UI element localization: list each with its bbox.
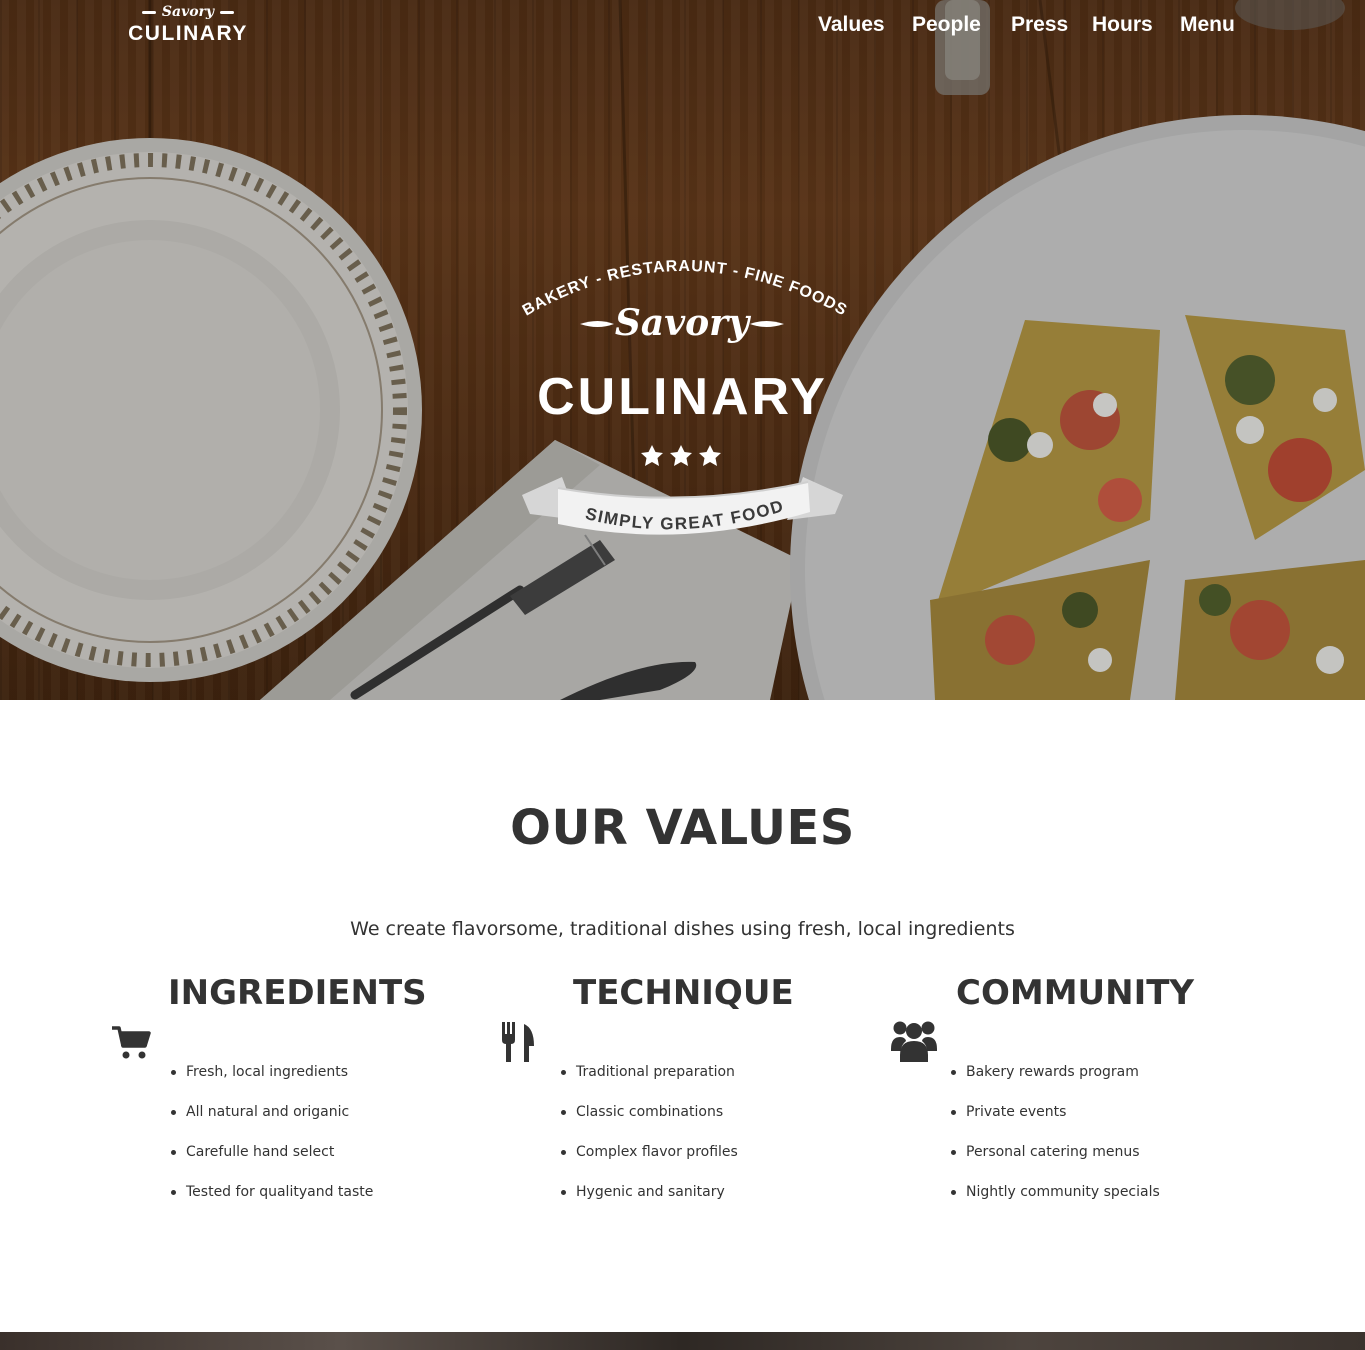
list-item: Personal catering menus	[950, 1140, 1160, 1180]
values-title: OUR VALUES	[510, 800, 855, 856]
value-list-technique: Traditional preparation Classic combinat…	[560, 1060, 738, 1220]
list-item: All natural and origanic	[170, 1100, 373, 1140]
main-nav: Values People Press Hours Menu	[0, 11, 1365, 41]
value-heading-ingredients: INGREDIENTS	[168, 973, 427, 1013]
next-section-image-strip	[0, 1332, 1365, 1350]
list-item: Private events	[950, 1100, 1160, 1140]
hero-section: Savory CULINARY Values People Press Hour…	[0, 0, 1365, 700]
nav-link-values[interactable]: Values	[818, 11, 885, 39]
star-icon	[641, 445, 663, 466]
list-item: Classic combinations	[560, 1100, 738, 1140]
list-item: Bakery rewards program	[950, 1060, 1160, 1100]
nav-link-press[interactable]: Press	[1011, 11, 1068, 39]
nav-link-menu[interactable]: Menu	[1180, 11, 1235, 39]
list-item: Fresh, local ingredients	[170, 1060, 373, 1100]
hero-dash-right	[750, 321, 784, 327]
fork-knife-icon	[502, 1022, 534, 1062]
list-item: Carefulle hand select	[170, 1140, 373, 1180]
nav-link-people[interactable]: People	[912, 11, 981, 39]
value-list-community: Bakery rewards program Private events Pe…	[950, 1060, 1160, 1220]
list-item: Nightly community specials	[950, 1180, 1160, 1220]
star-icon	[670, 445, 692, 466]
star-icon	[699, 445, 721, 466]
cart-icon	[112, 1026, 151, 1059]
users-icon	[891, 1021, 937, 1062]
value-heading-technique: TECHNIQUE	[573, 973, 794, 1013]
hero-title: CULINARY	[537, 368, 828, 426]
list-item: Tested for qualityand taste	[170, 1180, 373, 1220]
list-item: Complex flavor profiles	[560, 1140, 738, 1180]
value-list-ingredients: Fresh, local ingredients All natural and…	[170, 1060, 373, 1220]
values-subtitle: We create flavorsome, traditional dishes…	[350, 918, 1015, 940]
list-item: Traditional preparation	[560, 1060, 738, 1100]
hero-script-text: Savory	[615, 302, 751, 344]
hero-dash-left	[580, 321, 614, 327]
nav-link-hours[interactable]: Hours	[1092, 11, 1153, 39]
value-heading-community: COMMUNITY	[956, 973, 1195, 1013]
list-item: Hygenic and sanitary	[560, 1180, 738, 1220]
